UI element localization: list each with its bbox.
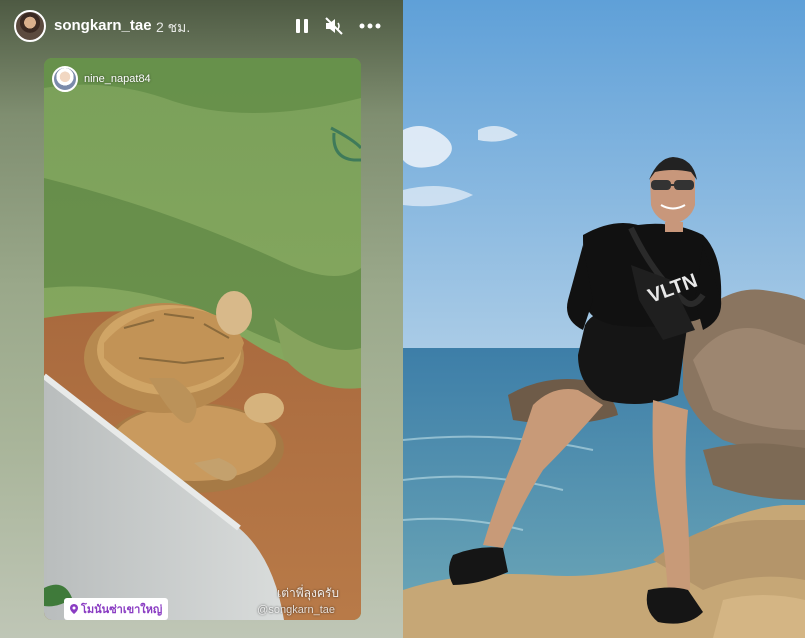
location-sticker[interactable]: โมนันซ่าเขาใหญ่ [64,598,169,620]
repost-username[interactable]: nine_napat84 [84,73,151,85]
story-panel: songkarn_tae 2 ชม. nine_napat84 เต่าพี่ล… [0,0,403,638]
story-username[interactable]: songkarn_tae [54,17,152,34]
repost-avatar[interactable] [52,66,78,92]
repost-user[interactable]: nine_napat84 [52,66,151,92]
pause-icon[interactable] [290,14,314,38]
more-icon[interactable] [358,14,382,38]
beach-photo: VLTN [403,0,805,638]
story-caption: เต่าพี่ลุงครับ [277,586,339,600]
beach-scene: VLTN [403,0,805,638]
location-label: โมนันซ่าเขาใหญ่ [81,604,163,616]
story-header: songkarn_tae 2 ชม. [0,0,403,52]
avatar[interactable] [14,10,46,42]
mute-icon[interactable] [322,14,346,38]
story-timestamp: 2 ชม. [156,19,191,35]
location-pin-icon [70,604,78,614]
credit-mention[interactable]: @songkarn_tae [257,604,335,616]
reposted-story-card[interactable]: nine_napat84 เต่าพี่ลุงครับ @songkarn_ta… [44,58,361,620]
tortoise-photo [44,58,361,620]
